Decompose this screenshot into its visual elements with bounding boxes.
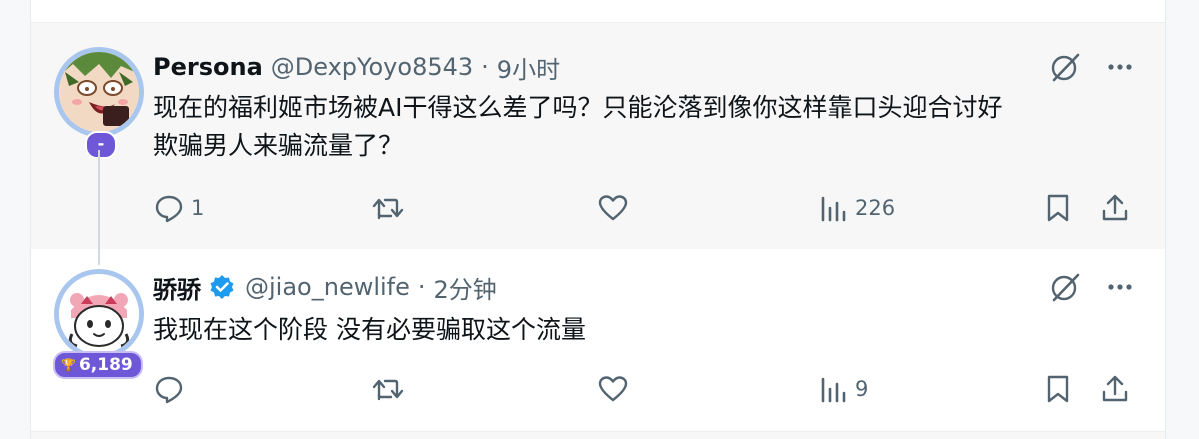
bookmark-icon bbox=[1043, 192, 1073, 224]
separator-dot: · bbox=[481, 53, 489, 81]
retweet-button[interactable] bbox=[371, 371, 411, 407]
previous-item-edge bbox=[31, 0, 1165, 23]
like-button[interactable] bbox=[597, 371, 635, 407]
avatar-image bbox=[59, 274, 139, 354]
retweet-icon bbox=[371, 192, 405, 224]
views-icon bbox=[819, 373, 849, 405]
bookmark-button[interactable] bbox=[1043, 371, 1073, 407]
tweet-text: 我现在这个阶段 没有必要骗取这个流量 bbox=[153, 315, 586, 344]
verified-icon[interactable] bbox=[209, 274, 235, 300]
view-count: 226 bbox=[855, 196, 896, 220]
reply-icon bbox=[153, 373, 185, 405]
more-icon[interactable] bbox=[1105, 272, 1135, 306]
share-button[interactable] bbox=[1099, 190, 1131, 226]
trophy-icon: 🏆 bbox=[61, 358, 76, 372]
action-bar: 1 226 bbox=[153, 190, 1133, 226]
timeline-column: - Persona @DexpYoyo8543 · 9小时 现在的福利姬市场被A… bbox=[30, 0, 1166, 439]
thread-connector-line bbox=[98, 150, 100, 265]
grok-icon[interactable] bbox=[1049, 271, 1081, 307]
more-icon[interactable] bbox=[1105, 52, 1135, 86]
views-button[interactable]: 226 bbox=[819, 190, 895, 226]
user-handle[interactable]: @jiao_newlife bbox=[245, 273, 410, 301]
views-button[interactable]: 9 bbox=[819, 371, 868, 407]
action-bar: 9 bbox=[153, 371, 1133, 407]
avatar[interactable] bbox=[54, 47, 144, 137]
reply-button[interactable]: 1 bbox=[153, 190, 204, 226]
tweet-top-actions bbox=[1049, 271, 1135, 307]
share-button[interactable] bbox=[1099, 371, 1131, 407]
tweet-top-actions bbox=[1049, 51, 1135, 87]
reply-icon bbox=[153, 192, 185, 224]
user-badge[interactable]: - bbox=[85, 131, 117, 159]
tweet-header: 骄骄 @jiao_newlife · 2分钟 bbox=[153, 269, 497, 305]
display-name[interactable]: Persona bbox=[153, 53, 263, 81]
bookmark-icon bbox=[1043, 373, 1073, 405]
retweet-icon bbox=[371, 373, 405, 405]
grok-icon[interactable] bbox=[1049, 51, 1081, 87]
display-name[interactable]: 骄骄 bbox=[153, 270, 201, 305]
user-handle[interactable]: @DexpYoyo8543 bbox=[271, 53, 473, 81]
user-score-badge[interactable]: 🏆 6,189 bbox=[53, 351, 143, 379]
like-icon bbox=[597, 192, 629, 224]
next-item-edge bbox=[31, 431, 1165, 439]
view-count: 9 bbox=[855, 377, 869, 401]
page: - Persona @DexpYoyo8543 · 9小时 现在的福利姬市场被A… bbox=[0, 0, 1199, 439]
parent-tweet[interactable]: - Persona @DexpYoyo8543 · 9小时 现在的福利姬市场被A… bbox=[31, 23, 1165, 249]
avatar-image bbox=[59, 52, 139, 132]
reply-button[interactable] bbox=[153, 371, 191, 407]
reply-tweet[interactable]: 🏆 6,189 骄骄 @jiao_newlife · 2分钟 我现在这个阶段 没… bbox=[31, 249, 1165, 431]
tweet-text: 现在的福利姬市场被AI干得这么差了吗？只能沦落到像你这样靠口头迎合讨好 欺骗男人… bbox=[153, 93, 1003, 160]
views-icon bbox=[819, 192, 849, 224]
tweet-header: Persona @DexpYoyo8543 · 9小时 bbox=[153, 49, 560, 85]
like-button[interactable] bbox=[597, 190, 635, 226]
score-value: 6,189 bbox=[78, 355, 133, 375]
reply-count: 1 bbox=[191, 196, 205, 220]
share-icon bbox=[1099, 192, 1131, 224]
avatar[interactable] bbox=[54, 269, 144, 359]
timestamp[interactable]: 2分钟 bbox=[434, 270, 497, 305]
bookmark-button[interactable] bbox=[1043, 190, 1073, 226]
like-icon bbox=[597, 373, 629, 405]
retweet-button[interactable] bbox=[371, 190, 411, 226]
separator-dot: · bbox=[417, 273, 426, 301]
share-icon bbox=[1099, 373, 1131, 405]
timestamp[interactable]: 9小时 bbox=[497, 50, 560, 85]
